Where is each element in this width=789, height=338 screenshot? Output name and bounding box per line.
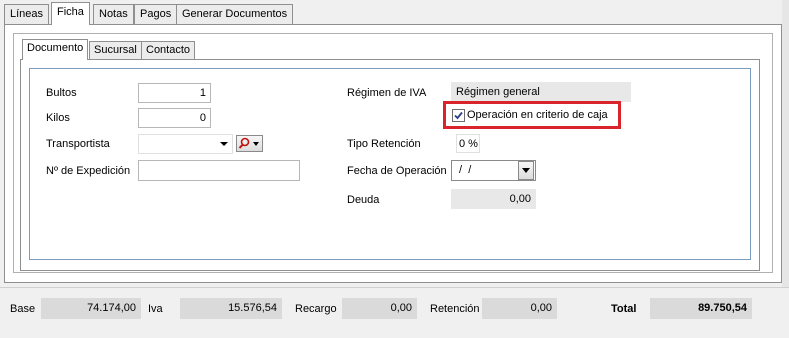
total-field: 89.750,54 (650, 298, 752, 319)
retencion-field: 0,00 (482, 298, 557, 319)
tipo-retencion-label: Tipo Retención (347, 138, 421, 150)
tab-contacto[interactable]: Contacto (141, 41, 196, 59)
base-field: 74.174,00 (41, 298, 141, 319)
criterio-caja-checkbox[interactable] (452, 109, 465, 122)
tab-pagos[interactable]: Pagos (134, 4, 178, 24)
expedicion-input[interactable] (138, 160, 300, 181)
recargo-field: 0,00 (342, 298, 417, 319)
chevron-down-icon (522, 168, 530, 173)
chevron-down-icon (220, 142, 228, 146)
tipo-retencion-input[interactable]: 0 % (456, 134, 480, 153)
tab-generar-documentos[interactable]: Generar Documentos (176, 4, 294, 24)
window-edge (782, 0, 789, 287)
criterio-caja-label: Operación en criterio de caja (467, 109, 608, 121)
checkmark-icon (454, 111, 463, 120)
kilos-label: Kilos (46, 112, 70, 124)
magnifier-icon (238, 137, 259, 149)
fecha-operacion-label: Fecha de Operación (347, 165, 447, 177)
expedicion-label: Nº de Expedición (46, 165, 131, 177)
total-label: Total (611, 303, 637, 315)
tab-sucursal[interactable]: Sucursal (89, 41, 142, 59)
regimen-iva-label: Régimen de IVA (347, 87, 427, 99)
deuda-label: Deuda (347, 194, 380, 206)
kilos-input[interactable]: 0 (138, 108, 211, 128)
tab-ficha[interactable]: Ficha (51, 2, 90, 25)
iva-field: 15.576,54 (180, 298, 282, 319)
search-transportista-button[interactable] (236, 135, 263, 152)
bultos-input[interactable]: 1 (138, 83, 211, 103)
bultos-label: Bultos (46, 87, 77, 99)
regimen-iva-field: Régimen general (451, 82, 631, 102)
transportista-select[interactable] (138, 134, 233, 154)
iva-label: Iva (148, 303, 163, 315)
base-label: Base (10, 303, 36, 315)
fecha-operacion-dropdown[interactable] (518, 161, 534, 180)
tab-lineas[interactable]: Líneas (4, 4, 50, 24)
retencion-label: Retención (430, 303, 480, 315)
tab-documento[interactable]: Documento (22, 39, 89, 60)
recargo-label: Recargo (295, 303, 337, 315)
fecha-operacion-value: / / (456, 164, 472, 176)
transportista-label: Transportista (46, 138, 110, 150)
tab-notas[interactable]: Notas (93, 4, 134, 24)
deuda-field: 0,00 (451, 189, 536, 209)
